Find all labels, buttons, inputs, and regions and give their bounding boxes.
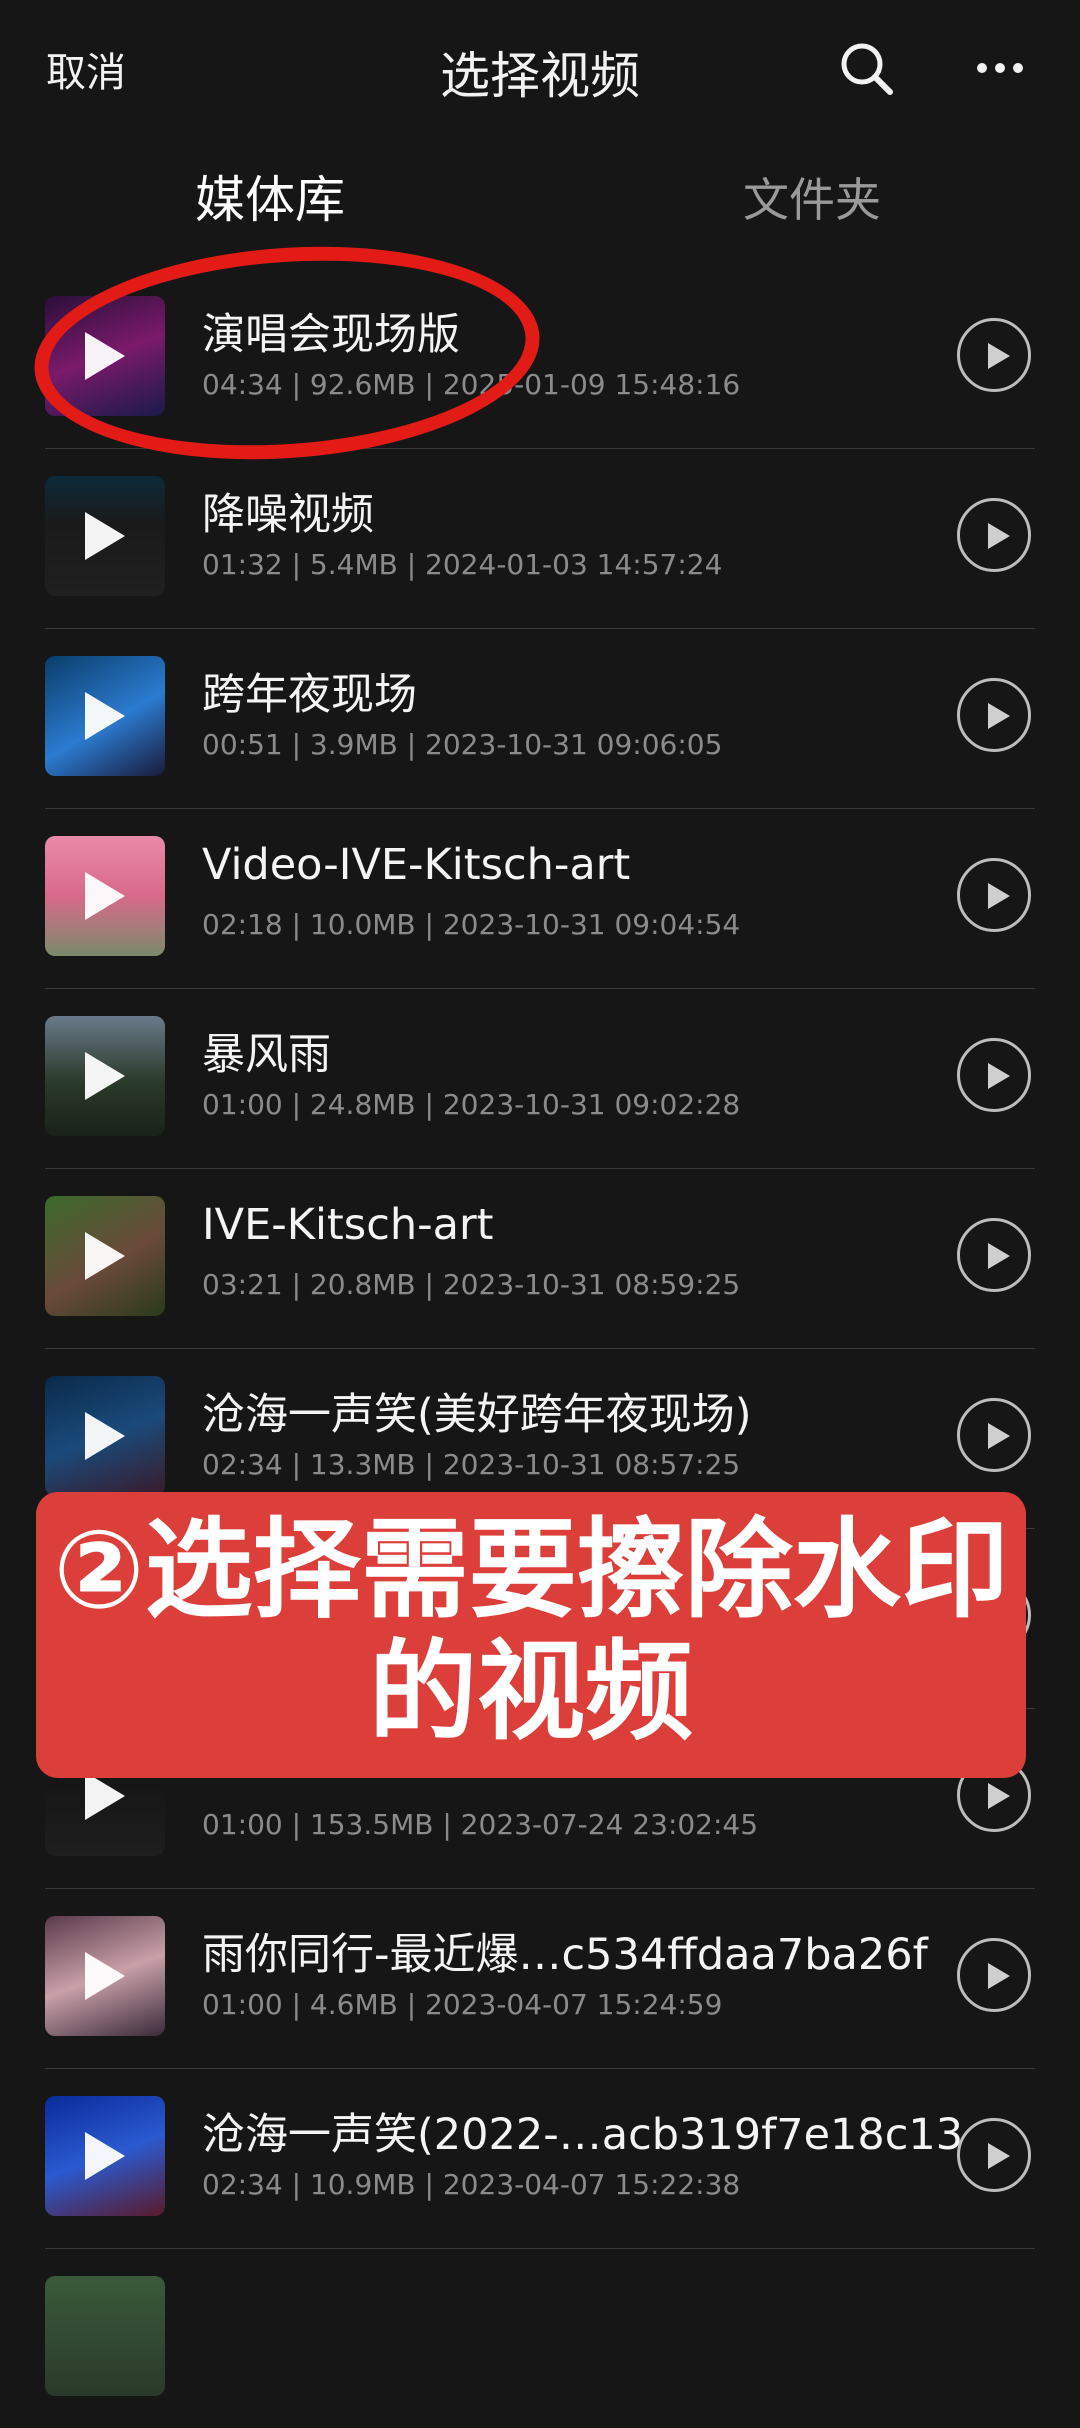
video-title: Video-IVE-Kitsch-art xyxy=(202,840,631,890)
instruction-banner: ②选择需要擦除水印的视频 xyxy=(36,1492,1026,1778)
play-icon xyxy=(85,1952,125,2000)
video-thumbnail xyxy=(45,1916,165,2036)
video-item[interactable]: 沧海一声笑(2022-…acb319f7e18c13 02:34 | 10.9M… xyxy=(45,2068,1035,2249)
preview-play-button[interactable] xyxy=(957,1038,1031,1112)
video-item[interactable]: 跨年夜现场 00:51 | 3.9MB | 2023-10-31 09:06:0… xyxy=(45,628,1035,809)
video-meta: 02:34 | 13.3MB | 2023-10-31 08:57:25 xyxy=(202,1448,741,1481)
page-title: 选择视频 xyxy=(440,47,640,105)
video-meta: 01:00 | 24.8MB | 2023-10-31 09:02:28 xyxy=(202,1088,741,1121)
video-meta: 01:00 | 4.6MB | 2023-04-07 15:24:59 xyxy=(202,1988,723,2021)
preview-play-button[interactable] xyxy=(957,2118,1031,2192)
play-icon xyxy=(85,692,125,740)
video-thumbnail xyxy=(45,836,165,956)
play-icon xyxy=(85,1772,125,1820)
video-thumbnail xyxy=(45,2096,165,2216)
search-icon[interactable] xyxy=(838,40,894,96)
top-bar: 取消 选择视频 xyxy=(0,0,1080,140)
video-item[interactable]: 降噪视频 01:32 | 5.4MB | 2024-01-03 14:57:24 xyxy=(45,448,1035,629)
video-thumbnail xyxy=(45,476,165,596)
video-title: 沧海一声笑(美好跨年夜现场) xyxy=(202,1390,752,1440)
play-icon xyxy=(85,872,125,920)
video-title: 降噪视频 xyxy=(202,490,374,540)
video-item[interactable]: 暴风雨 01:00 | 24.8MB | 2023-10-31 09:02:28 xyxy=(45,988,1035,1169)
video-meta: 02:18 | 10.0MB | 2023-10-31 09:04:54 xyxy=(202,908,741,941)
preview-play-button[interactable] xyxy=(957,1398,1031,1472)
video-title: IVE-Kitsch-art xyxy=(202,1200,494,1250)
play-icon xyxy=(85,1232,125,1280)
video-meta: 01:00 | 153.5MB | 2023-07-24 23:02:45 xyxy=(202,1808,759,1841)
preview-play-button[interactable] xyxy=(957,498,1031,572)
video-thumbnail xyxy=(45,1376,165,1496)
video-item[interactable]: Video-IVE-Kitsch-art 02:18 | 10.0MB | 20… xyxy=(45,808,1035,989)
video-meta: 02:34 | 10.9MB | 2023-04-07 15:22:38 xyxy=(202,2168,741,2201)
tab-bar: 媒体库 文件夹 xyxy=(0,160,1080,240)
play-icon xyxy=(85,2132,125,2180)
video-thumbnail xyxy=(45,1016,165,1136)
video-title: 跨年夜现场 xyxy=(202,670,417,720)
video-title: 沧海一声笑(2022-…acb319f7e18c13 xyxy=(202,2110,964,2160)
preview-play-button[interactable] xyxy=(957,858,1031,932)
instruction-text: ②选择需要擦除水印的视频 xyxy=(53,1508,1009,1755)
preview-play-button[interactable] xyxy=(957,1218,1031,1292)
video-meta: 01:32 | 5.4MB | 2024-01-03 14:57:24 xyxy=(202,548,723,581)
video-thumbnail xyxy=(45,656,165,776)
video-meta: 03:21 | 20.8MB | 2023-10-31 08:59:25 xyxy=(202,1268,741,1301)
play-icon xyxy=(85,1412,125,1460)
video-thumbnail xyxy=(45,2276,165,2396)
tab-folder[interactable]: 文件夹 xyxy=(743,164,881,230)
video-item[interactable]: 雨你同行-最近爆…c534ffdaa7ba26f 01:00 | 4.6MB |… xyxy=(45,1888,1035,2069)
tab-media-library[interactable]: 媒体库 xyxy=(195,160,345,232)
video-thumbnail xyxy=(45,1196,165,1316)
video-item[interactable] xyxy=(45,2248,1035,2428)
video-meta: 00:51 | 3.9MB | 2023-10-31 09:06:05 xyxy=(202,728,723,761)
preview-play-button[interactable] xyxy=(957,1938,1031,2012)
play-icon xyxy=(85,512,125,560)
preview-play-button[interactable] xyxy=(957,678,1031,752)
more-icon[interactable] xyxy=(976,56,1024,80)
play-icon xyxy=(85,1052,125,1100)
preview-play-button[interactable] xyxy=(957,318,1031,392)
video-title: 雨你同行-最近爆…c534ffdaa7ba26f xyxy=(202,1930,928,1980)
video-item[interactable]: IVE-Kitsch-art 03:21 | 20.8MB | 2023-10-… xyxy=(45,1168,1035,1349)
video-title: 暴风雨 xyxy=(202,1030,331,1080)
